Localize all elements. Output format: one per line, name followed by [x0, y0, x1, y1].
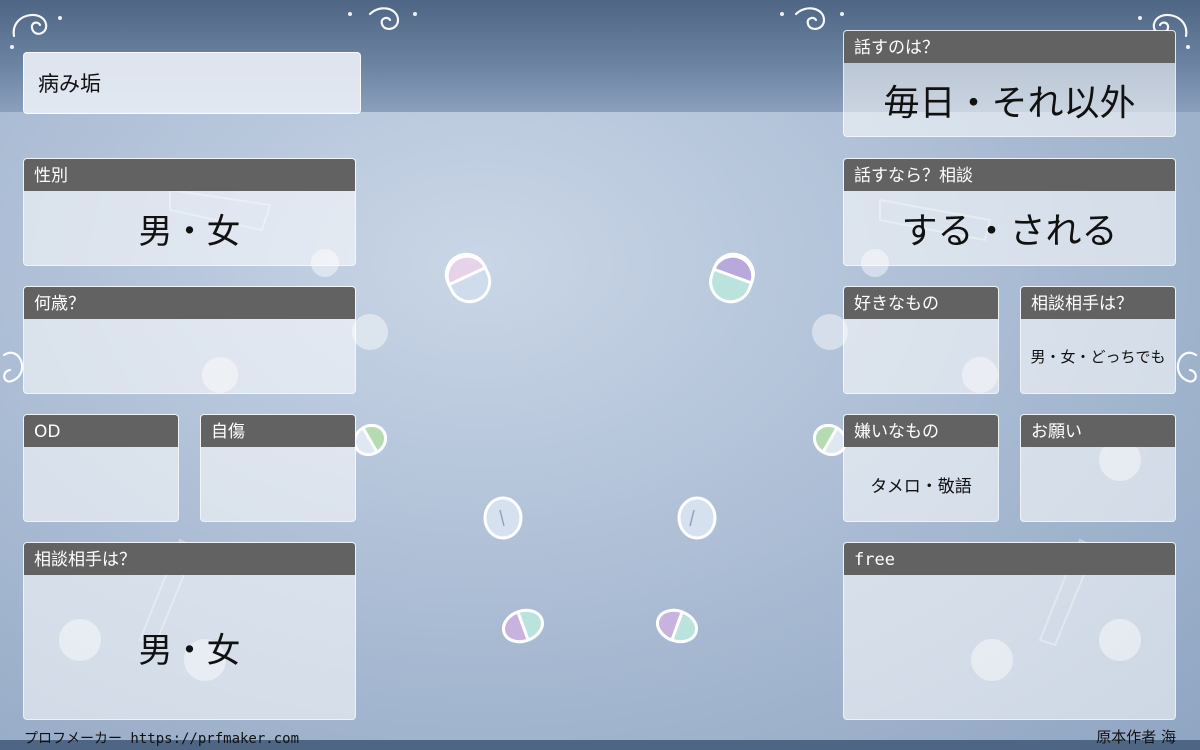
consult-role-card: 話すなら？相談 する・される	[843, 158, 1176, 266]
selfharm-value[interactable]	[201, 447, 355, 521]
consult-role-value[interactable]: する・される	[844, 191, 1175, 265]
consult-partner-card-right: 相談相手は？ 男・女・どっちでも	[1020, 286, 1176, 394]
dislikes-label: 嫌いなもの	[844, 415, 998, 447]
selfharm-label: 自傷	[201, 415, 355, 447]
dislikes-value[interactable]: タメロ・敬語	[844, 447, 998, 521]
name-field[interactable]: 病み垢	[23, 52, 361, 114]
dislikes-card: 嫌いなもの タメロ・敬語	[843, 414, 999, 522]
od-value[interactable]	[24, 447, 178, 521]
pill-icon	[483, 496, 523, 540]
consult-partner-label-right: 相談相手は？	[1021, 287, 1175, 319]
author-credit: 原本作者 海	[1096, 728, 1176, 746]
pill-icon	[502, 608, 544, 644]
likes-card: 好きなもの	[843, 286, 999, 394]
likes-value[interactable]	[844, 319, 998, 393]
gender-value[interactable]: 男・女	[24, 191, 355, 265]
capsule-icon	[709, 252, 755, 304]
pill-icon	[656, 608, 698, 644]
consult-partner-value-right[interactable]: 男・女・どっちでも	[1021, 319, 1175, 393]
od-card: OD	[23, 414, 179, 522]
consult-role-label: 話すなら？相談	[844, 159, 1175, 191]
free-value[interactable]	[844, 575, 1175, 719]
age-label: 何歳？	[24, 287, 355, 319]
request-card: お願い	[1020, 414, 1176, 522]
age-value[interactable]	[24, 319, 355, 393]
talk-frequency-card: 話すのは？ 毎日・それ以外	[843, 30, 1176, 137]
likes-label: 好きなもの	[844, 287, 998, 319]
age-card: 何歳？	[23, 286, 356, 394]
od-label: OD	[24, 415, 178, 447]
selfharm-card: 自傷	[200, 414, 356, 522]
pill-icon	[677, 496, 717, 540]
request-label: お願い	[1021, 415, 1175, 447]
free-card: free	[843, 542, 1176, 720]
free-label: free	[844, 543, 1175, 575]
gender-card: 性別 男・女	[23, 158, 356, 266]
gender-label: 性別	[24, 159, 355, 191]
request-value[interactable]	[1021, 447, 1175, 521]
consult-partner-label-left: 相談相手は？	[24, 543, 355, 575]
talk-frequency-label: 話すのは？	[844, 31, 1175, 63]
talk-frequency-value[interactable]: 毎日・それ以外	[844, 63, 1175, 136]
maker-credit: プロフメーカー https://prfmaker.com	[24, 731, 300, 747]
consult-partner-card-left: 相談相手は？ 男・女	[23, 542, 356, 720]
capsule-icon	[444, 252, 492, 304]
consult-partner-value-left[interactable]: 男・女	[24, 575, 355, 719]
